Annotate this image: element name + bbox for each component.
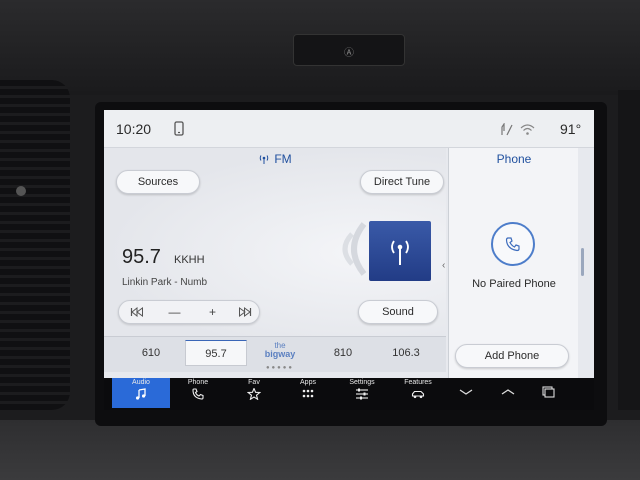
- infotainment-display: 10:20 91° FM Sources Direct Tune 95.7 KK: [104, 110, 594, 380]
- music-note-icon: [136, 388, 146, 400]
- nav-audio[interactable]: Audio: [112, 378, 170, 408]
- clock: 10:20: [116, 121, 152, 137]
- wifi-icon: [520, 124, 535, 135]
- outside-temperature: 91°: [560, 121, 582, 137]
- preset-610[interactable]: 610: [120, 340, 182, 366]
- radio-signal-icon: [260, 155, 269, 164]
- signal-icon: [501, 123, 513, 136]
- station-artwork: [369, 221, 431, 281]
- tune-down-button[interactable]: —: [157, 301, 192, 323]
- star-icon: [247, 388, 261, 400]
- nav-settings-label: Settings: [349, 379, 375, 386]
- direct-tune-button[interactable]: Direct Tune: [360, 170, 444, 194]
- seek-forward-icon: [238, 307, 251, 317]
- station-frequency: 95.7: [122, 246, 161, 268]
- phone-panel-title: Phone: [496, 152, 532, 166]
- right-air-vent: [618, 90, 640, 410]
- station-logo-line2: bigway: [264, 349, 296, 359]
- nav-audio-label: Audio: [132, 379, 150, 386]
- panel-scrollbar[interactable]: [581, 248, 584, 276]
- bezel-button-glyph: Ⓐ: [344, 48, 354, 59]
- sources-button[interactable]: Sources: [116, 170, 200, 194]
- station-callsign: KKHH: [174, 254, 205, 266]
- car-icon: [411, 390, 425, 399]
- now-playing: Linkin Park - Numb: [122, 277, 208, 288]
- preset-810[interactable]: 810: [312, 340, 374, 366]
- seek-forward-button[interactable]: [227, 301, 262, 323]
- expand-panel-chevron-icon[interactable]: ‹: [442, 260, 445, 271]
- phone-button[interactable]: [491, 222, 535, 266]
- phone-status-icon: [174, 121, 184, 136]
- phone-panel: Phone No Paired Phone Add Phone: [448, 148, 578, 380]
- nav-fav[interactable]: Fav: [226, 378, 282, 408]
- nav-phone[interactable]: Phone: [170, 378, 226, 408]
- tuning-controls: — +: [118, 300, 260, 324]
- left-air-vent: [0, 80, 70, 410]
- status-bar: 10:20 91°: [104, 110, 594, 148]
- bezel-button[interactable]: Ⓐ: [293, 34, 405, 66]
- multi-window-icon[interactable]: [540, 386, 556, 398]
- nav-features[interactable]: Features: [390, 378, 446, 408]
- preset-strip: 610 95.7 the bigway ●●●●● 810 106.3: [104, 336, 446, 372]
- add-phone-button[interactable]: Add Phone: [455, 344, 569, 368]
- broadcast-tower-icon: [391, 240, 409, 265]
- broadcast-waves-icon: [342, 222, 367, 276]
- bottom-navigation: Audio Phone Fav Apps Settings Features: [104, 378, 594, 410]
- nav-features-label: Features: [404, 379, 432, 386]
- seek-back-button[interactable]: [119, 301, 154, 323]
- audio-panel: FM Sources Direct Tune 95.7 KKHH Linkin …: [104, 148, 446, 338]
- phone-status-text: No Paired Phone: [472, 278, 556, 290]
- settings-sliders-icon: [356, 388, 368, 400]
- phone-handset-icon: [505, 237, 520, 252]
- nav-fav-label: Fav: [248, 379, 260, 386]
- phone-icon: [192, 388, 204, 400]
- preset-page-indicator: ●●●●●: [265, 365, 295, 371]
- apps-grid-icon: [302, 389, 314, 398]
- chevron-down-icon[interactable]: [458, 386, 474, 398]
- nav-apps[interactable]: Apps: [280, 378, 336, 408]
- seek-back-icon: [130, 306, 143, 318]
- preset-95-7[interactable]: 95.7: [185, 340, 247, 366]
- nav-settings[interactable]: Settings: [334, 378, 390, 408]
- source-title: FM: [104, 152, 446, 166]
- dashboard-bezel-bottom: [0, 420, 640, 480]
- nav-apps-label: Apps: [300, 379, 316, 386]
- sound-button[interactable]: Sound: [358, 300, 438, 324]
- tune-up-button[interactable]: +: [195, 301, 230, 323]
- station-logo[interactable]: the bigway: [260, 341, 300, 367]
- vent-knob[interactable]: [16, 186, 26, 196]
- nav-phone-label: Phone: [187, 379, 209, 386]
- chevron-up-icon[interactable]: [500, 386, 516, 398]
- preset-106-3[interactable]: 106.3: [375, 340, 437, 366]
- source-title-label: FM: [274, 152, 292, 166]
